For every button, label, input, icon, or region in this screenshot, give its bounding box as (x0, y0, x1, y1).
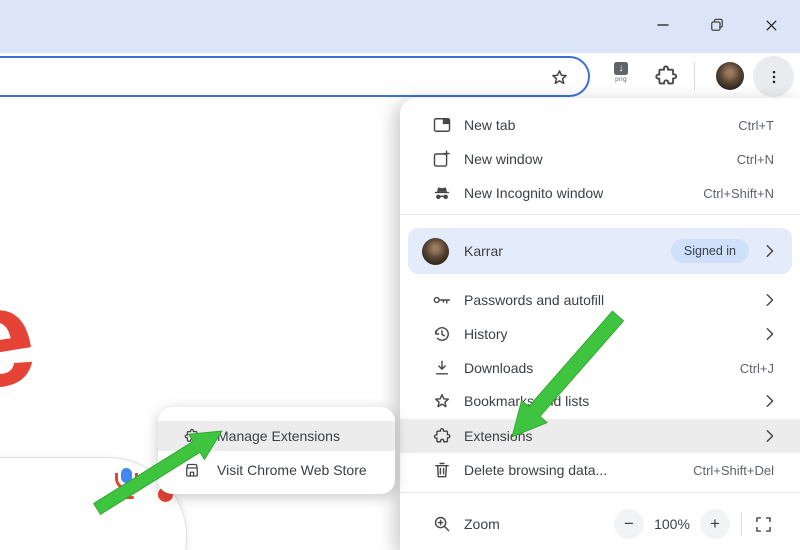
png-badge-label: png (615, 76, 627, 83)
profile-avatar[interactable] (716, 62, 744, 90)
zoom-magnifier-icon (432, 514, 452, 534)
menu-item-extensions[interactable]: Extensions (400, 419, 800, 453)
zoom-level: 100% (654, 516, 690, 532)
zoom-divider (741, 512, 742, 536)
profile-row-avatar (422, 237, 449, 265)
png-downloader-extension-icon[interactable]: ↓ png (610, 62, 632, 90)
chevron-right-icon (766, 328, 774, 340)
menu-item-passwords[interactable]: Passwords and autofill (400, 283, 800, 317)
minimize-button[interactable] (648, 10, 678, 40)
star-icon (432, 391, 452, 411)
address-bar[interactable] (0, 56, 590, 97)
menu-item-bookmarks[interactable]: Bookmarks and lists (400, 384, 800, 418)
new-window-icon (432, 149, 452, 169)
menu-item-history[interactable]: History (400, 317, 800, 351)
chrome-menu: New tab Ctrl+T New window Ctrl+N New Inc… (400, 98, 800, 550)
history-clock-icon (432, 324, 452, 344)
zoom-in-button[interactable]: + (700, 509, 730, 539)
menu-item-new-tab[interactable]: New tab Ctrl+T (400, 108, 800, 142)
new-tab-icon (432, 115, 452, 135)
zoom-out-button[interactable]: − (614, 509, 644, 539)
profile-menu-row[interactable]: Karrar Signed in (408, 228, 792, 274)
google-logo-letter-e: e (0, 253, 46, 422)
profile-name: Karrar (464, 243, 503, 259)
close-button[interactable] (756, 10, 786, 40)
extensions-puzzle-icon[interactable] (653, 63, 679, 94)
extensions-puzzle-icon (183, 427, 201, 445)
submenu-item-visit-web-store[interactable]: Visit Chrome Web Store (158, 455, 395, 485)
menu-separator (400, 214, 800, 215)
voice-search-mic-icon[interactable] (112, 468, 142, 506)
web-store-icon (183, 461, 201, 479)
three-dot-menu-button[interactable] (753, 56, 794, 97)
extensions-puzzle-icon (432, 426, 452, 446)
restore-button[interactable] (702, 10, 732, 40)
menu-separator (400, 492, 800, 493)
titlebar (0, 0, 800, 53)
signed-in-badge: Signed in (670, 239, 749, 263)
fullscreen-icon (756, 516, 771, 532)
toolbar: ↓ png (0, 53, 800, 100)
menu-item-zoom: Zoom − 100% + (400, 507, 800, 541)
key-icon (432, 290, 452, 310)
three-dot-menu-icon (772, 70, 775, 83)
menu-item-delete-browsing-data[interactable]: Delete browsing data... Ctrl+Shift+Del (400, 453, 800, 487)
chevron-right-icon (766, 245, 774, 257)
browser-window: ↓ png e New tab Ctrl+T New window Ctrl+N… (0, 0, 800, 550)
menu-item-new-window[interactable]: New window Ctrl+N (400, 142, 800, 176)
fullscreen-button[interactable] (753, 514, 774, 535)
extensions-submenu: Manage Extensions Visit Chrome Web Store (158, 407, 395, 494)
bookmark-star-icon[interactable] (549, 67, 570, 93)
incognito-icon (432, 183, 452, 203)
menu-item-new-incognito-window[interactable]: New Incognito window Ctrl+Shift+N (400, 176, 800, 210)
trash-icon (432, 460, 452, 480)
toolbar-divider (694, 62, 695, 90)
chevron-right-icon (766, 395, 774, 407)
chevron-right-icon (766, 430, 774, 442)
chevron-right-icon (766, 294, 774, 306)
submenu-item-manage-extensions[interactable]: Manage Extensions (158, 421, 395, 451)
download-icon (432, 358, 452, 378)
download-arrow-icon: ↓ (614, 62, 628, 75)
menu-item-downloads[interactable]: Downloads Ctrl+J (400, 351, 800, 385)
